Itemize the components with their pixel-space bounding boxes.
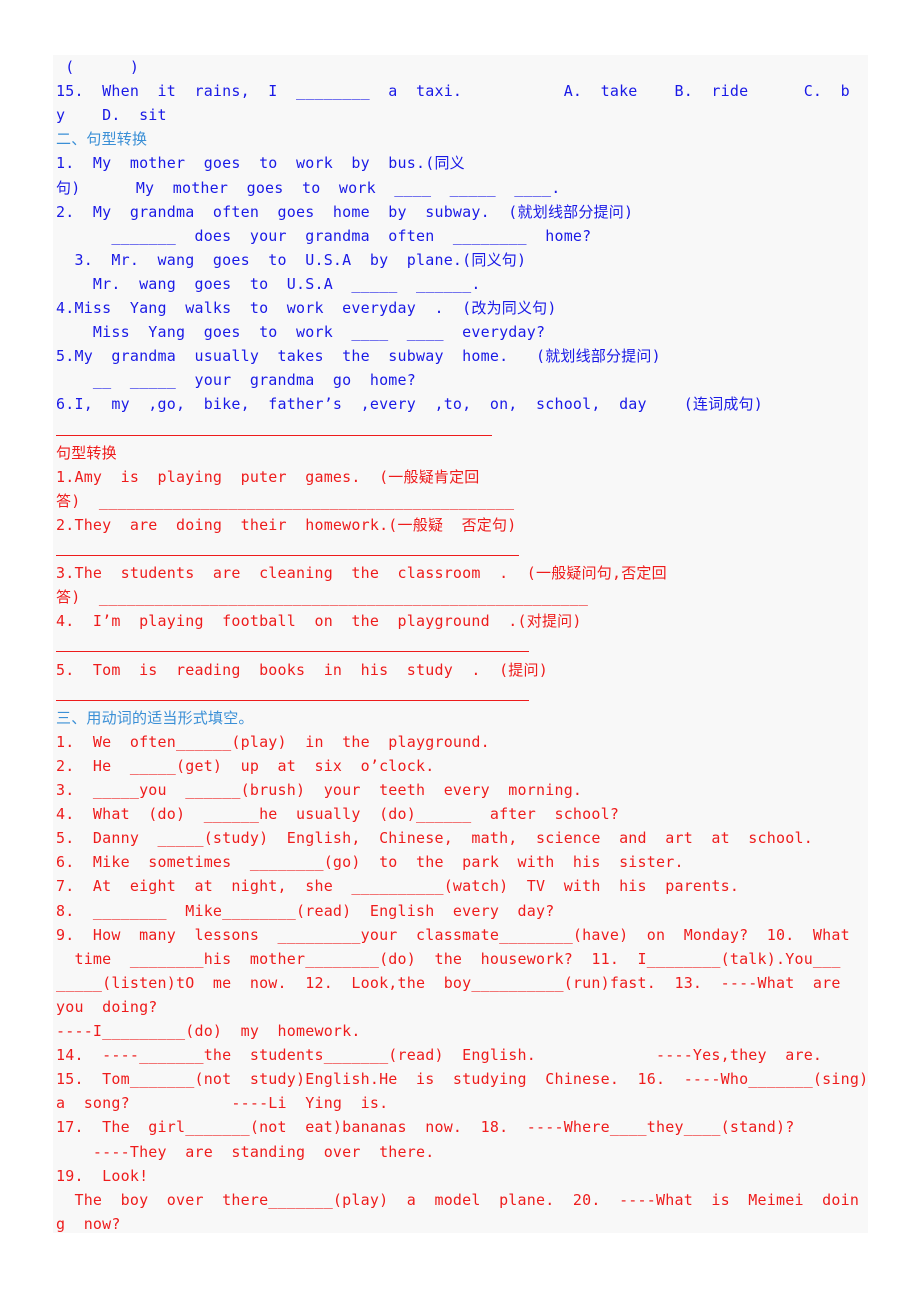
worksheet-line: 15. When it rains, I ________ a taxi. A.… — [56, 82, 850, 101]
worksheet-line: 6.I, my ,go, bike, father’s ,every ,to, … — [56, 395, 763, 414]
worksheet-line: 答) _____________________________________… — [56, 491, 515, 510]
worksheet-line: time ________his mother________(do) the … — [56, 949, 841, 968]
worksheet-line: 4. What (do) ______he usually (do)______… — [56, 805, 620, 824]
worksheet-line: ( ) — [56, 58, 140, 76]
section-heading: 句型转换 — [56, 443, 117, 462]
worksheet-line: y D. sit — [56, 106, 167, 125]
worksheet-line: 2.They are doing their homework.(一般疑 否定句… — [56, 515, 517, 534]
worksheet-line: 2. My grandma often goes home by subway.… — [56, 202, 634, 221]
worksheet-line: 15. Tom_______(not study)English.He is s… — [56, 1070, 869, 1089]
worksheet-line: 19. Look! — [56, 1166, 149, 1185]
section-heading: 二、句型转换 — [56, 130, 148, 149]
worksheet-line: 6. Mike sometimes ________(go) to the pa… — [56, 853, 684, 872]
worksheet-line: 3. Mr. wang goes to U.S.A by plane.(同义句) — [56, 250, 527, 269]
worksheet-line: 句) My mother goes to work ____ _____ ___… — [56, 178, 561, 197]
worksheet-line: 3. _____you ______(brush) your teeth eve… — [56, 781, 583, 799]
worksheet-line: 17. The girl_______(not eat)bananas now.… — [56, 1118, 795, 1137]
worksheet-line: 7. At eight at night, she __________(wat… — [56, 877, 740, 896]
section-heading: 三、用动词的适当形式填空。 — [56, 708, 254, 727]
worksheet-page: ( ) 15. When it rains, I ________ a taxi.… — [53, 55, 868, 1233]
worksheet-line: Mr. wang goes to U.S.A _____ ______. — [56, 274, 481, 293]
worksheet-line: 1. My mother goes to work by bus.(同义 — [56, 154, 465, 173]
worksheet-line: 1.Amy is playing puter games. (一般疑肯定回 — [56, 467, 480, 486]
worksheet-line: 4.Miss Yang walks to work everyday . (改为… — [56, 299, 557, 317]
worksheet-line: 9. How many lessons _________your classm… — [56, 925, 850, 944]
worksheet-line: 8. ________ Mike________(read) English e… — [56, 901, 555, 920]
worksheet-line: __ _____ your grandma go home? — [56, 371, 416, 390]
worksheet-line: 4. I’m playing football on the playgroun… — [56, 612, 582, 631]
answer-line — [56, 651, 529, 653]
worksheet-line: 2. He _____(get) up at six o’clock. — [56, 756, 435, 775]
worksheet-line: g now? — [56, 1214, 121, 1233]
answer-line — [56, 699, 529, 701]
worksheet-line: 答) _____________________________________… — [56, 588, 589, 607]
worksheet-line: you doing? — [56, 997, 158, 1016]
worksheet-line: _____(listen)tO me now. 12. Look,the boy… — [56, 973, 841, 992]
worksheet-line: The boy over there_______(play) a model … — [56, 1190, 860, 1209]
answer-line — [56, 434, 492, 436]
worksheet-line: 1. We often______(play) in the playgroun… — [56, 732, 490, 751]
worksheet-line: 3.The students are cleaning the classroo… — [56, 564, 667, 583]
worksheet-line: 14. ----_______the students_______(read)… — [56, 1046, 823, 1065]
worksheet-line: Miss Yang goes to work ____ ____ everyda… — [56, 323, 546, 342]
worksheet-line: 5. Danny _____(study) English, Chinese, … — [56, 829, 813, 848]
worksheet-line: a song? ----Li Ying is. — [56, 1094, 389, 1113]
worksheet-line: ----They are standing over there. — [56, 1142, 435, 1161]
answer-line — [56, 555, 519, 556]
worksheet-line: _______ does your grandma often ________… — [56, 226, 592, 245]
worksheet-line: 5. Tom is reading books in his study . (… — [56, 660, 548, 679]
worksheet-line: ----I_________(do) my homework. — [56, 1022, 361, 1040]
worksheet-line: 5.My grandma usually takes the subway ho… — [56, 347, 661, 366]
